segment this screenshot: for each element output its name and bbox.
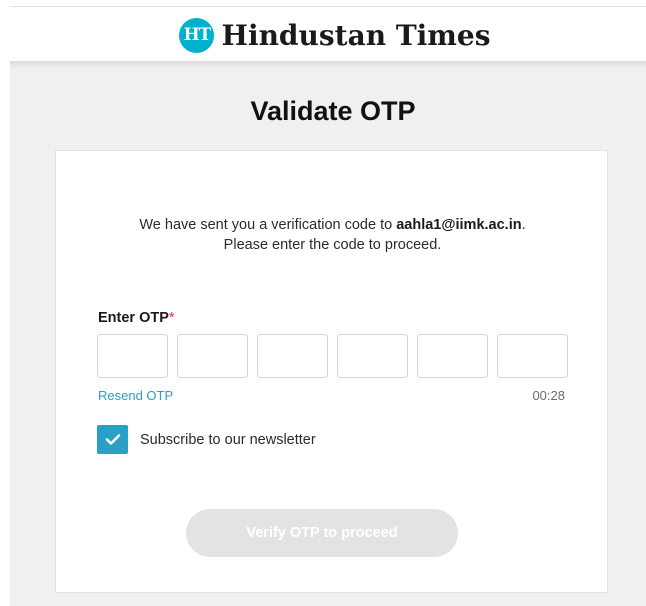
resend-otp-link[interactable]: Resend OTP [98, 388, 173, 403]
message-instruction: Please enter the code to proceed. [223, 237, 442, 253]
verification-message: We have sent you a verification code to … [56, 215, 609, 255]
otp-digit-6[interactable] [497, 334, 568, 378]
otp-digit-2[interactable] [177, 334, 248, 378]
otp-label-text: Enter OTP [98, 310, 169, 326]
otp-card: We have sent you a verification code to … [55, 150, 608, 593]
email-address: aahla1@iimk.ac.in [396, 217, 522, 233]
message-suffix: . [521, 217, 526, 233]
hindustan-times-logo[interactable]: HT Hindustan Times [179, 17, 491, 53]
message-prefix: We have sent you a verification code to [139, 217, 397, 233]
verify-otp-button[interactable]: Verify OTP to proceed [186, 509, 458, 557]
checkmark-icon [105, 434, 120, 445]
header-shadow [10, 61, 646, 69]
otp-digit-5[interactable] [417, 334, 488, 378]
otp-digit-3[interactable] [257, 334, 328, 378]
otp-label: Enter OTP* [98, 310, 175, 326]
site-header: HT Hindustan Times [0, 7, 646, 61]
subscribe-label: Subscribe to our newsletter [140, 431, 316, 448]
otp-digit-4[interactable] [337, 334, 408, 378]
required-asterisk: * [168, 310, 175, 326]
page-title: Validate OTP [250, 96, 416, 126]
subscribe-newsletter-option[interactable]: Subscribe to our newsletter [97, 425, 316, 454]
otp-digit-1[interactable] [97, 334, 168, 378]
countdown-timer: 00:28 [532, 388, 565, 403]
otp-input-group [97, 334, 568, 378]
ht-logo-icon: HT [179, 17, 215, 53]
logo-wordmark: Hindustan Times [221, 18, 491, 52]
subscribe-checkbox[interactable] [97, 425, 128, 454]
